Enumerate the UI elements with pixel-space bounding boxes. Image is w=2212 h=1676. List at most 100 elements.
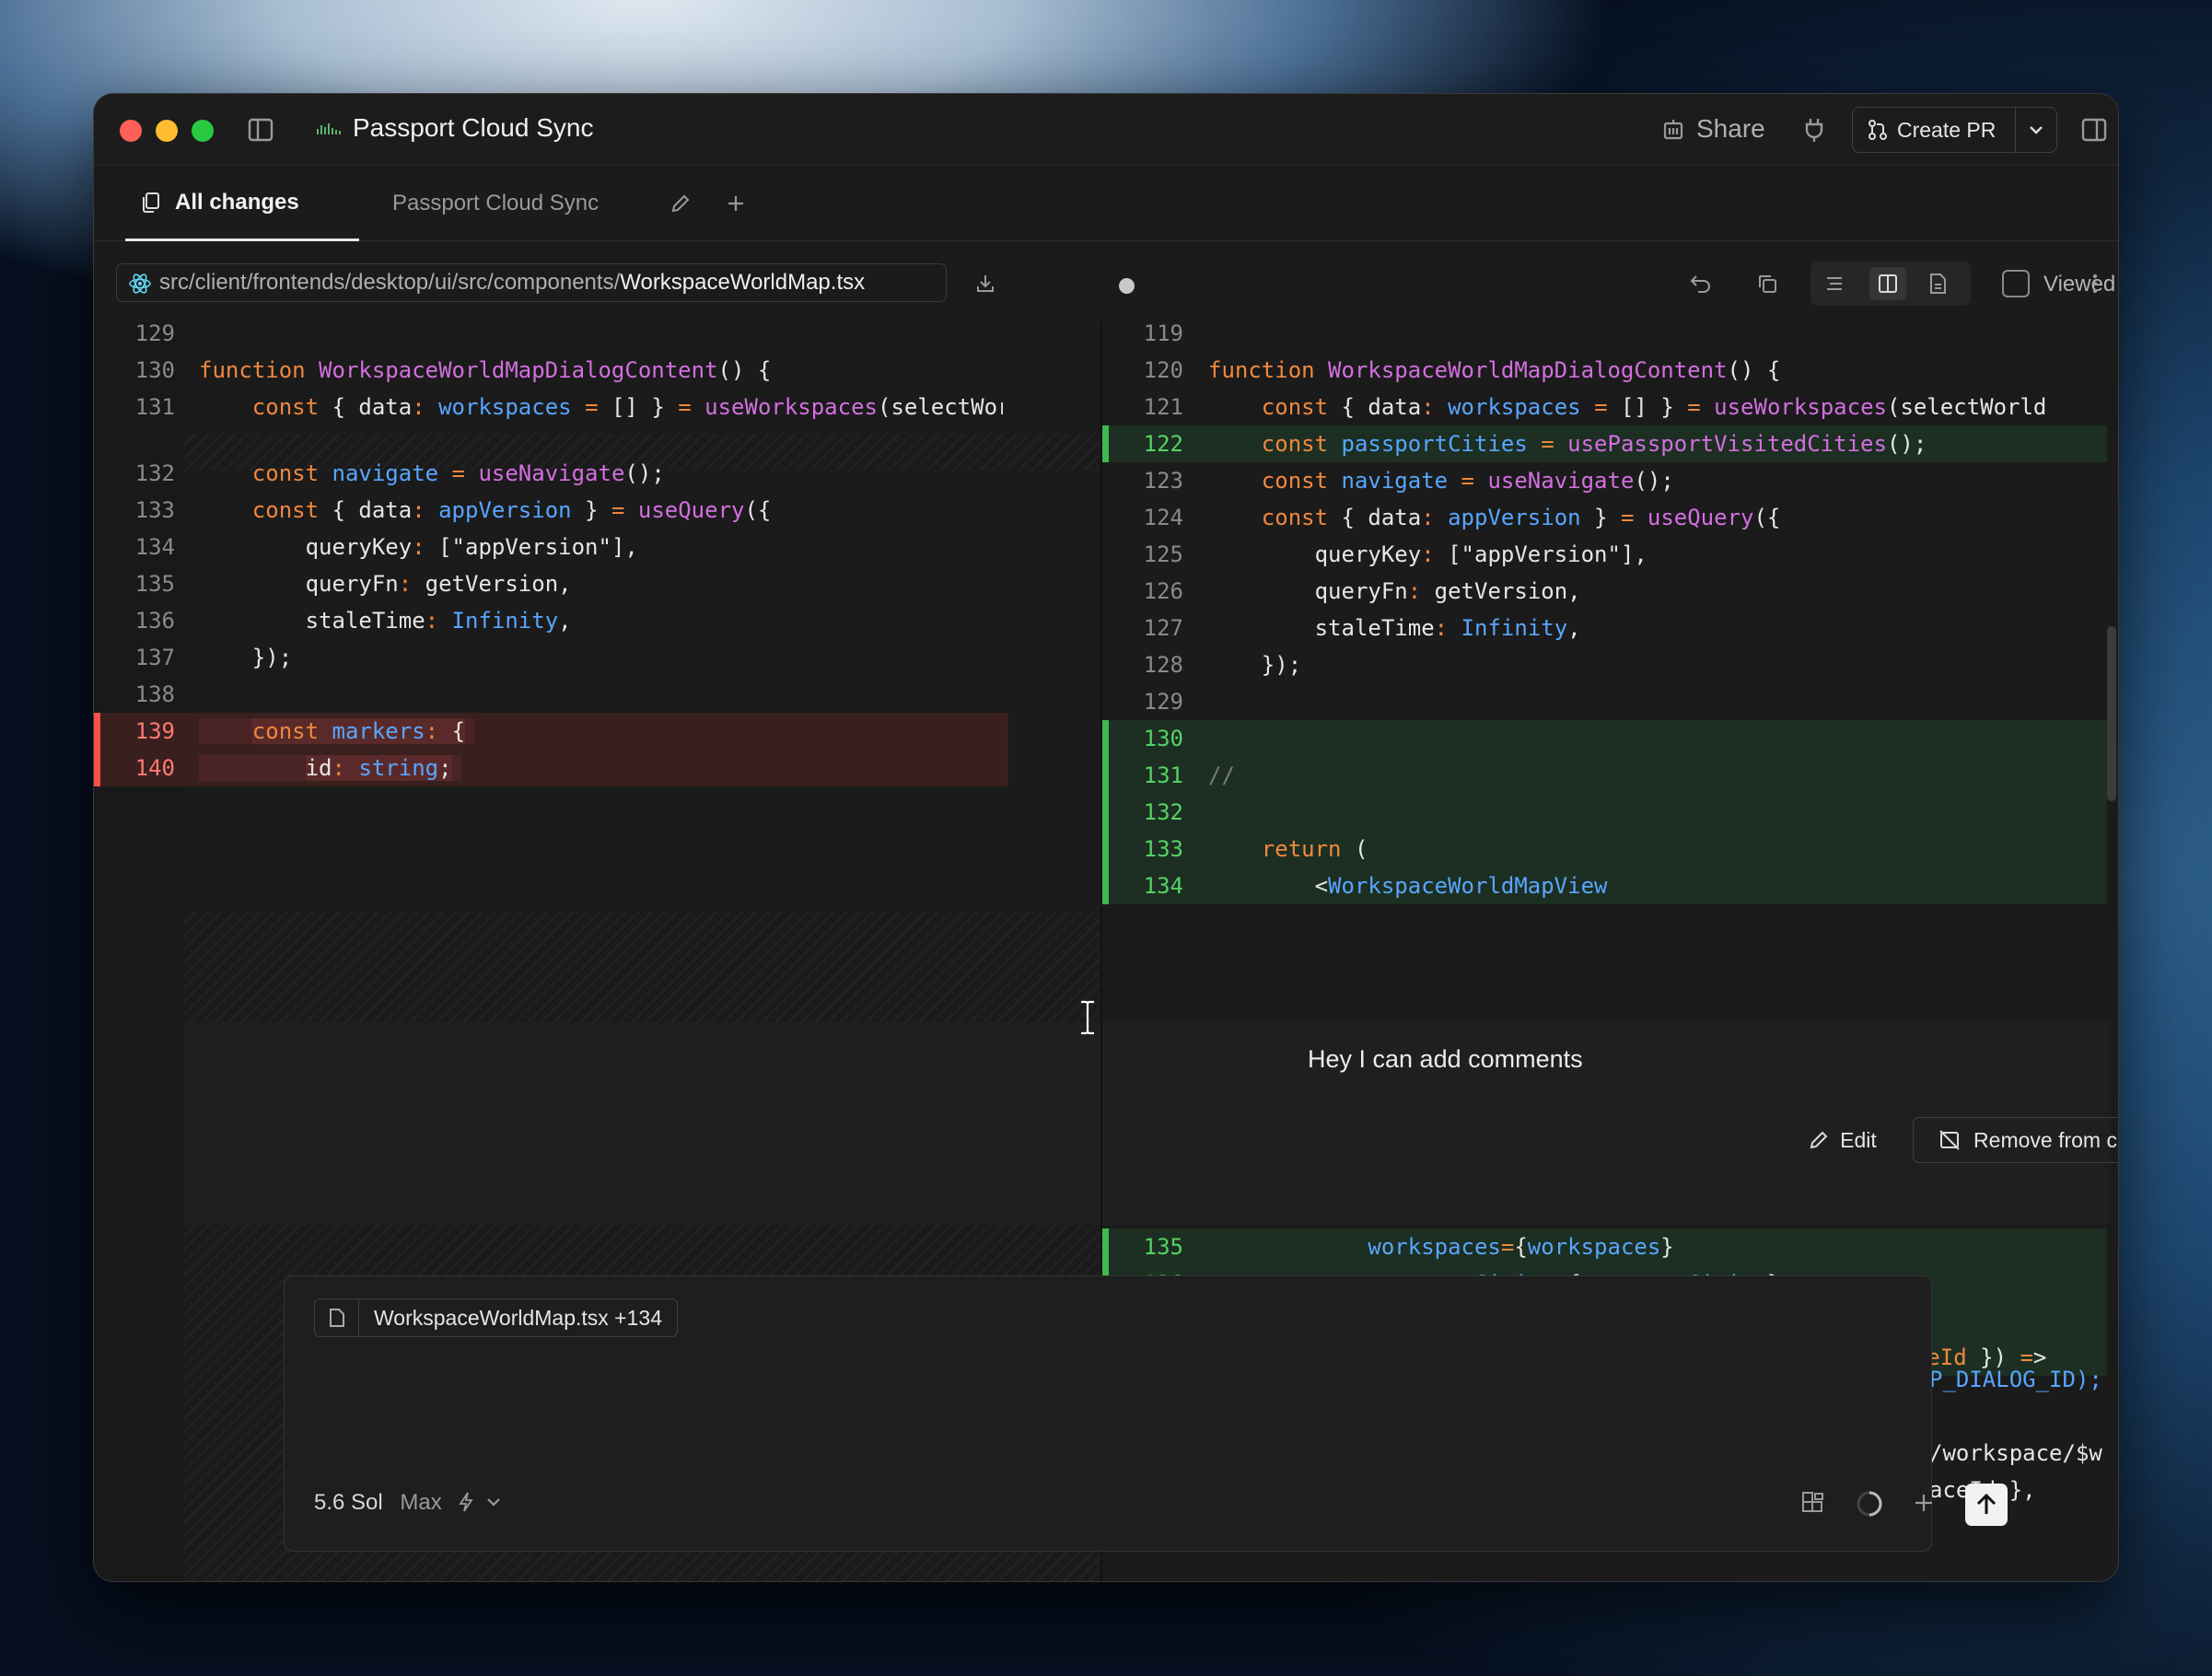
pencil-icon	[1810, 1131, 1828, 1149]
right-diff-line[interactable]: 132	[1102, 794, 2107, 831]
left-diff-line[interactable]: 139 const markers: {	[94, 713, 1008, 750]
right-diff-line[interactable]: 133 return (	[1102, 831, 2107, 867]
line-number: 129	[134, 322, 175, 346]
right-diff-line[interactable]: 125 queryKey: ["appVersion"],	[1102, 536, 2107, 573]
share-button[interactable]: Share	[1696, 114, 1765, 144]
pull-request-icon	[1869, 120, 1887, 140]
left-diff-line[interactable]: 135 queryFn: getVersion,	[94, 565, 1008, 602]
right-diff-line[interactable]: 121 const { data: workspaces = [] } = us…	[1102, 389, 2107, 425]
file-path-dir: src/client/frontends/desktop/ui/src/comp…	[159, 270, 621, 295]
line-number: 128	[1143, 652, 1183, 678]
file-view-icon[interactable]	[1923, 269, 1952, 298]
line-number: 134	[1143, 873, 1183, 899]
code-text: function WorkspaceWorldMapDialogContent(…	[1208, 357, 1781, 383]
arrow-up-icon	[1976, 1493, 1997, 1514]
file-path[interactable]: src/client/frontends/desktop/ui/src/comp…	[116, 263, 947, 302]
layout-icon[interactable]	[1799, 1488, 1828, 1518]
maximize-window-button[interactable]	[192, 120, 214, 142]
file-icon	[315, 1299, 359, 1336]
revert-icon[interactable]	[1686, 269, 1716, 298]
viewed-checkbox[interactable]	[2002, 270, 2030, 297]
create-pr-button[interactable]: Create PR	[1852, 107, 2016, 153]
lightning-icon[interactable]	[455, 1488, 477, 1516]
added-marker	[1102, 425, 1109, 462]
title-bar: Passport Cloud Sync Share Create PR	[94, 94, 2118, 166]
added-marker	[1102, 720, 1109, 757]
left-diff-line[interactable]: 130 function WorkspaceWorldMapDialogConte…	[94, 352, 1008, 389]
code-text: id: string;	[199, 755, 461, 781]
minimize-window-button[interactable]	[156, 120, 178, 142]
right-diff-line[interactable]: 128 });	[1102, 646, 2107, 683]
line-number: 131	[134, 394, 175, 420]
added-marker	[1102, 794, 1109, 831]
right-diff-line[interactable]: 124 const { data: appVersion } = useQuer…	[1102, 499, 2107, 536]
added-marker	[1102, 1228, 1109, 1265]
pencil-icon[interactable]	[667, 190, 694, 217]
unified-view-icon[interactable]	[1820, 269, 1849, 298]
right-diff-line[interactable]: 135 workspaces={workspaces}	[1102, 1228, 2107, 1265]
code-text: staleTime: Infinity,	[305, 608, 572, 634]
split-view-icon[interactable]	[1869, 267, 1906, 300]
close-window-button[interactable]	[120, 120, 142, 142]
line-number: 136	[134, 608, 175, 634]
create-pr-dropdown[interactable]	[2015, 107, 2057, 153]
code-text: const navigate = useNavigate();	[251, 460, 665, 486]
share-icon[interactable]	[1659, 116, 1687, 144]
tab-all-changes[interactable]: All changes	[125, 166, 359, 241]
right-diff-line[interactable]: 134 <WorkspaceWorldMapView	[1102, 867, 2107, 904]
code-text: <WorkspaceWorldMapView	[1314, 873, 1608, 899]
comment-box: Hey I can add comments Edit Remove from …	[1102, 1022, 2118, 1225]
line-number: 123	[1143, 468, 1183, 494]
code-text: const { data: appVersion } = useQuery({	[1261, 505, 1781, 530]
code-text: });	[1261, 652, 1302, 678]
copy-icon[interactable]	[1752, 269, 1782, 298]
right-diff-line[interactable]: 127 staleTime: Infinity,	[1102, 610, 2107, 646]
add-icon[interactable]	[1909, 1488, 1938, 1518]
right-diff-line[interactable]: 122 const passportCities = usePassportVi…	[1102, 425, 2107, 462]
left-diff-line[interactable]: 138	[94, 676, 1008, 713]
left-diff-line[interactable]: 129	[94, 322, 1008, 352]
remove-from-chat-button[interactable]: Remove from chat	[1913, 1117, 2118, 1163]
right-diff-line[interactable]: 130	[1102, 720, 2107, 757]
line-number: 135	[134, 571, 175, 597]
more-options-icon[interactable]	[2084, 269, 2106, 298]
left-diff-line[interactable]: 131 const { data: workspaces = [] } = us…	[94, 389, 1008, 425]
left-diff-line[interactable]: 137 });	[94, 639, 1008, 676]
tab-bar: All changes Passport Cloud Sync	[94, 166, 2118, 241]
right-panel-toggle-icon[interactable]	[2078, 114, 2110, 145]
added-marker	[1102, 867, 1109, 904]
left-diff-line[interactable]: 136 staleTime: Infinity,	[94, 602, 1008, 639]
right-diff-line[interactable]: 123 const navigate = useNavigate();	[1102, 462, 2107, 499]
edit-comment-button[interactable]: Edit	[1784, 1117, 1902, 1163]
add-tab-icon[interactable]	[722, 190, 750, 217]
right-diff-line[interactable]: 126 queryFn: getVersion,	[1102, 573, 2107, 610]
removed-marker	[94, 750, 100, 786]
view-mode-toggle	[1810, 262, 1971, 306]
create-pr-label: Create PR	[1897, 117, 1997, 142]
plug-icon[interactable]	[1800, 116, 1828, 144]
line-number: 139	[134, 718, 175, 744]
right-diff-line[interactable]: 131 //	[1102, 757, 2107, 794]
left-diff-line[interactable]: 133 const { data: appVersion } = useQuer…	[94, 492, 1008, 529]
left-diff-line[interactable]: 140 id: string;	[94, 750, 1008, 786]
right-diff-line[interactable]: 129	[1102, 683, 2107, 720]
send-button[interactable]	[1965, 1484, 2008, 1526]
effort-level: Max	[400, 1490, 442, 1515]
sidebar-toggle-icon[interactable]	[245, 114, 276, 145]
scrollbar-thumb[interactable]	[2107, 626, 2116, 801]
line-number: 132	[134, 460, 175, 486]
attachment-chip[interactable]: WorkspaceWorldMap.tsx +134	[314, 1298, 678, 1337]
partial-code: /workspace/$w	[1929, 1440, 2102, 1466]
line-number: 133	[134, 497, 175, 523]
model-selector[interactable]: 5.6 Sol Max	[314, 1490, 442, 1516]
left-diff-line[interactable]: 134 queryKey: ["appVersion"],	[94, 529, 1008, 565]
chevron-down-icon[interactable]	[483, 1490, 505, 1514]
remove-chat-icon	[1939, 1130, 1960, 1150]
line-number: 135	[1143, 1234, 1183, 1260]
right-diff-line[interactable]: 119	[1102, 322, 2107, 352]
left-diff-line[interactable]: 132 const navigate = useNavigate();	[94, 455, 1008, 492]
download-icon[interactable]	[972, 270, 999, 297]
line-number: 125	[1143, 541, 1183, 567]
right-diff-line[interactable]: 120 function WorkspaceWorldMapDialogConte…	[1102, 352, 2107, 389]
code-text: const passportCities = usePassportVisite…	[1261, 431, 1927, 457]
